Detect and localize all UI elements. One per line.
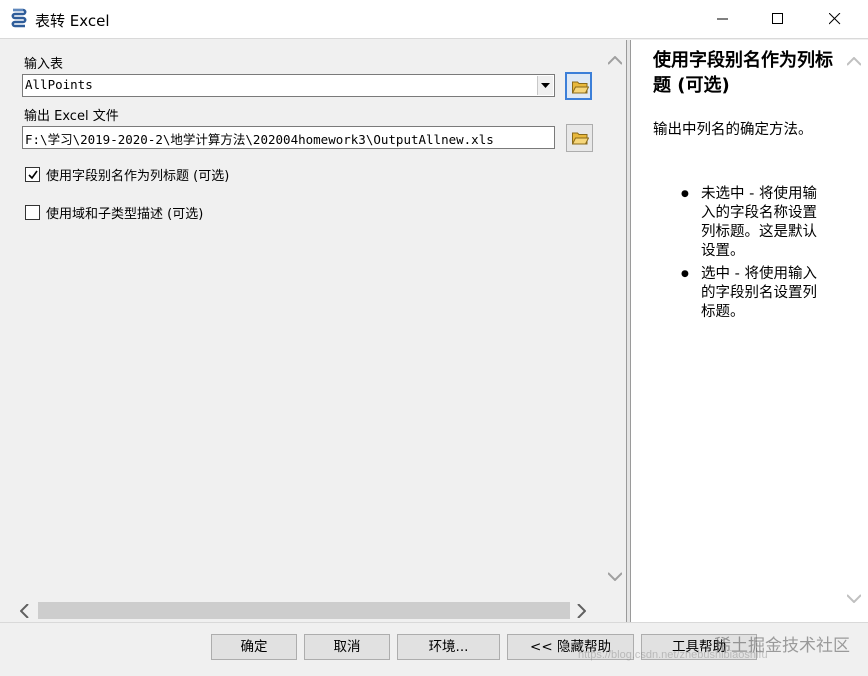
help-title: 使用字段别名作为列标题 (可选): [653, 50, 833, 96]
open-folder-icon: [572, 81, 589, 94]
button-bar: 确定 取消 环境... << 隐藏帮助 工具帮助 稀土掘金技术社区 https:…: [0, 622, 868, 676]
input-table-label: 输入表: [24, 57, 64, 72]
domain-checkbox-row[interactable]: 使用域和子类型描述 (可选): [25, 203, 203, 222]
ok-button[interactable]: 确定: [211, 634, 297, 660]
chevron-down-icon: [541, 83, 550, 88]
help-list: 未选中 - 将使用输入的字段名称设置列标题。这是默认设置。 选中 - 将使用输入…: [681, 185, 821, 326]
chevron-up-icon[interactable]: [608, 56, 622, 65]
output-file-value: F:\学习\2019-2020-2\地学计算方法\202004homework3…: [25, 132, 494, 147]
dropdown-arrow[interactable]: [537, 76, 553, 95]
maximize-button[interactable]: [755, 0, 801, 39]
alias-checkbox-row[interactable]: 使用字段别名作为列标题 (可选): [25, 165, 229, 184]
help-pane: 使用字段别名作为列标题 (可选) 输出中列名的确定方法。 未选中 - 将使用输入…: [630, 40, 868, 622]
output-file-input[interactable]: F:\学习\2019-2020-2\地学计算方法\202004homework3…: [22, 126, 555, 149]
browse-output-button[interactable]: [566, 124, 593, 152]
list-item: 选中 - 将使用输入的字段别名设置列标题。: [681, 265, 821, 322]
chevron-up-icon[interactable]: [847, 57, 861, 66]
close-button[interactable]: [812, 0, 858, 39]
chevron-down-icon[interactable]: [847, 594, 861, 603]
parameters-pane: 输入表 AllPoints 输出 Excel 文件 F:\学习\2019-202…: [0, 40, 626, 622]
maximize-icon: [772, 13, 783, 24]
window-title: 表转 Excel: [35, 12, 110, 30]
open-folder-icon: [572, 132, 589, 145]
chevron-down-icon[interactable]: [608, 572, 622, 581]
input-table-value: AllPoints: [25, 77, 93, 92]
environments-button[interactable]: 环境...: [397, 634, 500, 660]
list-item: 未选中 - 将使用输入的字段名称设置列标题。这是默认设置。: [681, 185, 821, 261]
checkmark-icon: [28, 170, 38, 180]
parameters-vertical-scrollbar[interactable]: [604, 40, 626, 600]
help-description: 输出中列名的确定方法。: [653, 122, 813, 138]
title-bar: 表转 Excel: [0, 0, 868, 39]
watermark-url: https://blog.csdn.net/zhebushibiaoshifu: [578, 649, 768, 661]
input-table-dropdown[interactable]: AllPoints: [22, 74, 555, 97]
alias-checkbox[interactable]: [25, 167, 40, 182]
chevron-right-icon[interactable]: [577, 604, 586, 618]
script-tool-icon: [9, 8, 29, 30]
browse-input-button[interactable]: [565, 72, 592, 100]
close-icon: [829, 13, 841, 25]
domain-checkbox-label: 使用域和子类型描述 (可选): [46, 207, 204, 222]
alias-checkbox-label: 使用字段别名作为列标题 (可选): [46, 169, 230, 184]
minimize-button[interactable]: [700, 0, 746, 39]
minimize-icon: [717, 18, 728, 20]
scroll-thumb[interactable]: [38, 602, 570, 619]
domain-checkbox[interactable]: [25, 205, 40, 220]
output-file-label: 输出 Excel 文件: [24, 109, 119, 124]
chevron-left-icon[interactable]: [20, 604, 29, 618]
cancel-button[interactable]: 取消: [304, 634, 390, 660]
parameters-horizontal-scrollbar[interactable]: [10, 600, 600, 622]
